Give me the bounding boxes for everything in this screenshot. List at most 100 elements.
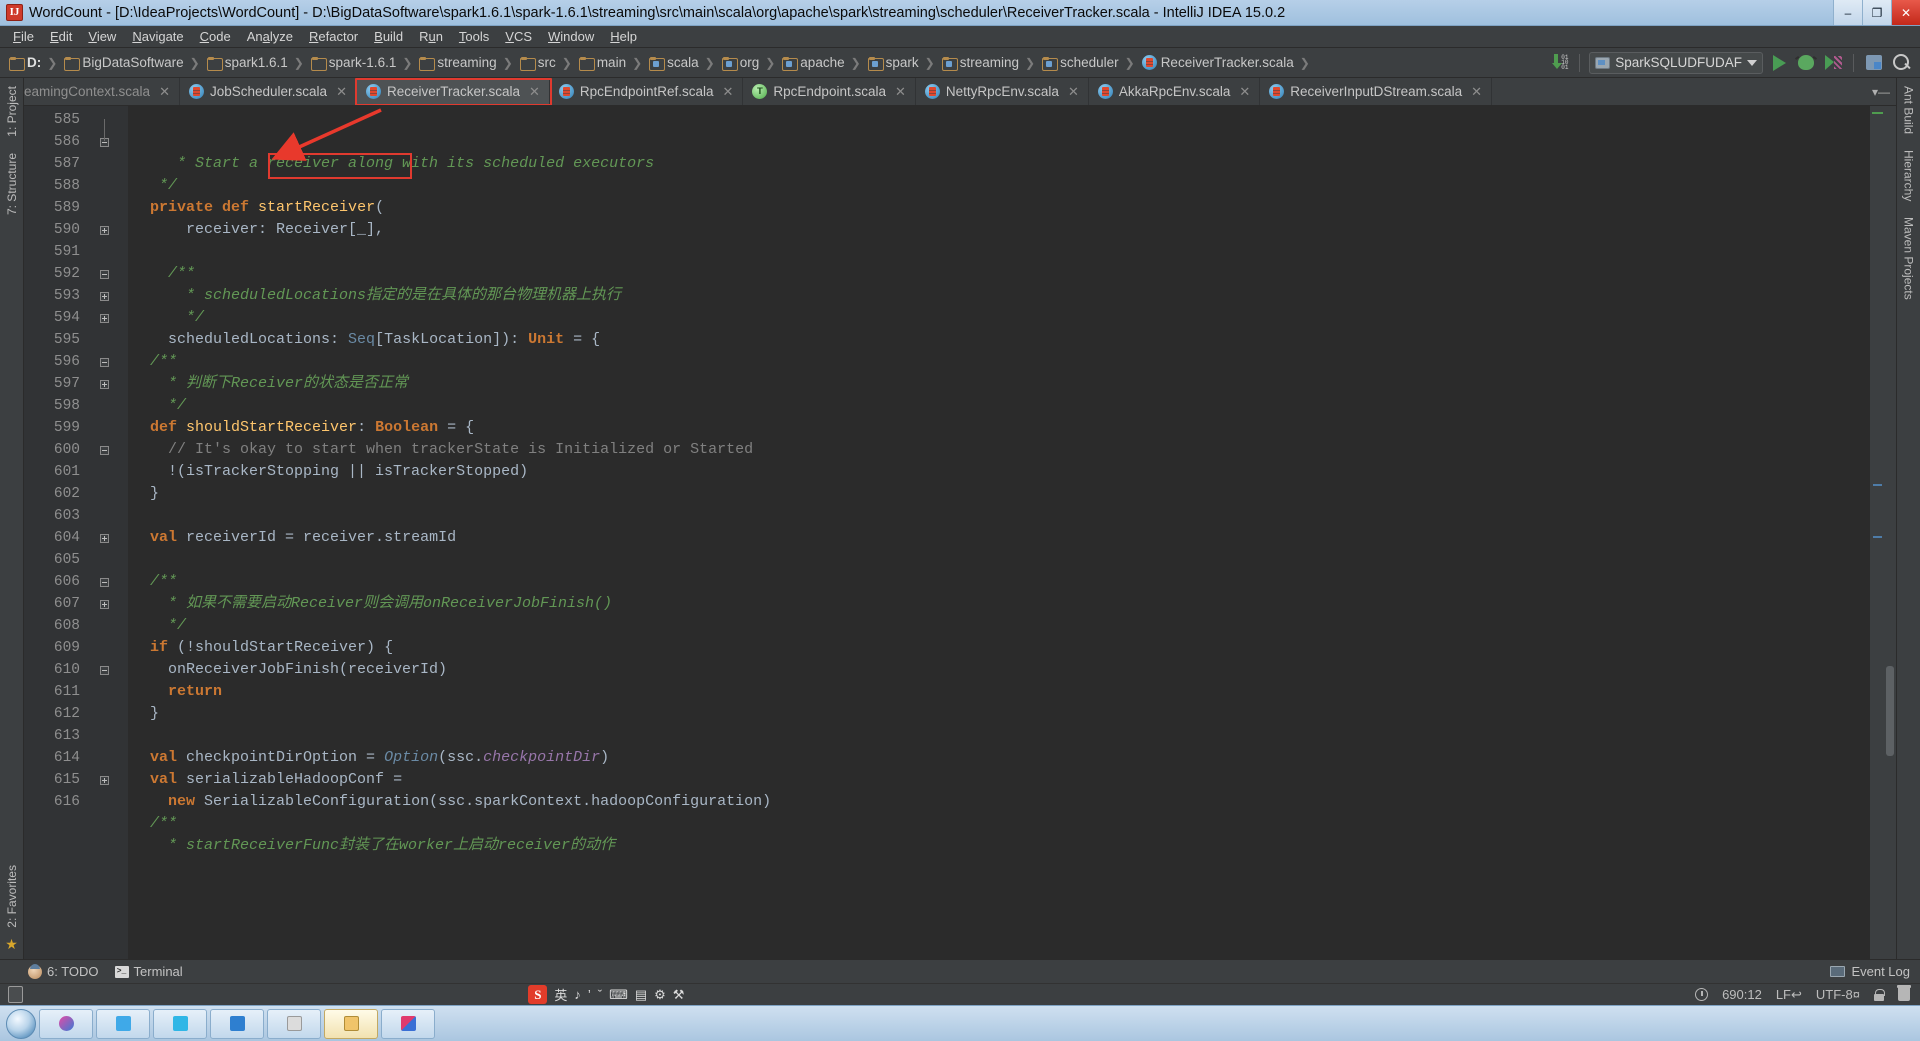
code-line[interactable]: if (!shouldStartReceiver) {	[128, 637, 1870, 659]
code-line[interactable]: // It's okay to start when trackerState …	[128, 439, 1870, 461]
breadcrumb-item-spark[interactable]: spark ❯	[865, 55, 939, 71]
close-tab-icon[interactable]: ✕	[529, 84, 540, 100]
breadcrumb-item-org[interactable]: org ❯	[719, 55, 780, 71]
tool-window-tab-ant-build[interactable]: Ant Build	[1899, 78, 1919, 142]
search-everywhere-button[interactable]	[1890, 52, 1912, 74]
menu-item-analyze[interactable]: Analyze	[239, 27, 301, 46]
close-button[interactable]: ✕	[1891, 0, 1920, 25]
close-tab-icon[interactable]: ✕	[1239, 84, 1250, 100]
close-tab-icon[interactable]: ✕	[1471, 84, 1482, 100]
code-line[interactable]: * 判断下Receiver的状态是否正常	[128, 373, 1870, 395]
start-button[interactable]	[6, 1008, 36, 1039]
editor-tab-receiverinputdstream-scala[interactable]: ReceiverInputDStream.scala ✕	[1260, 78, 1493, 105]
error-stripe-markers[interactable]	[1870, 106, 1884, 959]
code-line[interactable]: val receiverId = receiver.streamId	[128, 527, 1870, 549]
taskbar-item-idea[interactable]	[381, 1008, 435, 1039]
fold-collapse-icon[interactable]	[100, 358, 109, 367]
scrollbar-thumb[interactable]	[1886, 666, 1894, 756]
menu-item-view[interactable]: View	[80, 27, 124, 46]
menu-item-navigate[interactable]: Navigate	[124, 27, 191, 46]
taskbar-item-browser[interactable]	[39, 1008, 93, 1039]
menu-item-tools[interactable]: Tools	[451, 27, 497, 46]
close-tab-icon[interactable]: ✕	[336, 84, 347, 100]
update-project-button[interactable]: 01 10 01	[1548, 52, 1570, 74]
code-line[interactable]: !(isTrackerStopping || isTrackerStopped)	[128, 461, 1870, 483]
code-line[interactable]	[128, 725, 1870, 747]
breadcrumb-item-streaming[interactable]: streaming ❯	[416, 55, 516, 71]
code-line[interactable]: new SerializableConfiguration(ssc.sparkC…	[128, 791, 1870, 813]
lock-icon[interactable]	[1873, 988, 1885, 1001]
breadcrumb-item-scheduler[interactable]: scheduler ❯	[1039, 55, 1139, 71]
run-button[interactable]	[1768, 52, 1790, 74]
taskbar-item-cyan-app[interactable]	[210, 1008, 264, 1039]
menu-item-vcs[interactable]: VCS	[497, 27, 540, 46]
menu-item-file[interactable]: File	[5, 27, 42, 46]
code-line[interactable]: /**	[128, 263, 1870, 285]
caret-position[interactable]: 690:12	[1722, 987, 1762, 1002]
code-line[interactable]	[128, 549, 1870, 571]
code-line[interactable]: val checkpointDirOption = Option(ssc.che…	[128, 747, 1870, 769]
code-line[interactable]: onReceiverJobFinish(receiverId)	[128, 659, 1870, 681]
close-tab-icon[interactable]: ✕	[1068, 84, 1079, 100]
ime-tool-icon[interactable]: ♪	[574, 987, 581, 1003]
editor-tab-rpcendpointref-scala[interactable]: RpcEndpointRef.scala ✕	[550, 78, 744, 105]
code-line[interactable]: val serializableHadoopConf =	[128, 769, 1870, 791]
code-line[interactable]: * scheduledLocations指定的是在具体的那台物理机器上执行	[128, 285, 1870, 307]
taskbar-item-media[interactable]	[96, 1008, 150, 1039]
ime-tool-icon[interactable]: ⚙	[654, 987, 666, 1003]
breadcrumb-item-apache[interactable]: apache ❯	[779, 55, 864, 71]
editor-scrollbar[interactable]	[1884, 106, 1896, 959]
fold-expand-icon[interactable]	[100, 314, 109, 323]
code-line[interactable]: scheduledLocations: Seq[TaskLocation]): …	[128, 329, 1870, 351]
code-line[interactable]: */	[128, 395, 1870, 417]
editor-tab-jobscheduler-scala[interactable]: JobScheduler.scala ✕	[180, 78, 357, 105]
ime-tool-icon[interactable]: ▤	[635, 987, 647, 1003]
ime-tool-icon[interactable]: ⌨	[609, 987, 628, 1003]
menu-item-help[interactable]: Help	[602, 27, 645, 46]
tool-window-event-log[interactable]: Event Log	[1830, 964, 1910, 979]
menu-item-refactor[interactable]: Refactor	[301, 27, 366, 46]
fold-collapse-icon[interactable]	[100, 270, 109, 279]
code-line[interactable]: */	[128, 175, 1870, 197]
tool-window-tab-2--favorites[interactable]: 2: Favorites	[2, 857, 22, 936]
editor-tab-receivertracker-scala[interactable]: ReceiverTracker.scala ✕	[356, 78, 550, 105]
code-line[interactable]	[128, 241, 1870, 263]
breadcrumb-item-d-[interactable]: D: ❯	[6, 55, 61, 71]
tab-list-icon[interactable]: ▾—	[1872, 85, 1890, 99]
breadcrumb-item-receivertracker-scala[interactable]: ReceiverTracker.scala ❯	[1139, 55, 1314, 70]
fold-collapse-icon[interactable]	[100, 666, 109, 675]
editor-tab-akkarpcenv-scala[interactable]: AkkaRpcEnv.scala ✕	[1089, 78, 1261, 105]
menu-item-run[interactable]: Run	[411, 27, 451, 46]
menu-item-window[interactable]: Window	[540, 27, 602, 46]
fold-expand-icon[interactable]	[100, 380, 109, 389]
fold-collapse-icon[interactable]	[100, 446, 109, 455]
code-line[interactable]: }	[128, 703, 1870, 725]
code-line[interactable]: def shouldStartReceiver: Boolean = {	[128, 417, 1870, 439]
close-tab-icon[interactable]: ✕	[723, 84, 734, 100]
taskbar-item-note[interactable]	[267, 1008, 321, 1039]
code-line[interactable]: private def startReceiver(	[128, 197, 1870, 219]
breadcrumb-item-main[interactable]: main ❯	[576, 55, 646, 71]
code-line[interactable]: */	[128, 615, 1870, 637]
ime-toolbar[interactable]: S 英 ♪ ’ ˇ ⌨ ▤ ⚙ ⚒	[528, 985, 684, 1004]
breadcrumb-item-spark1-6-1[interactable]: spark1.6.1 ❯	[204, 55, 308, 71]
tool-window-tab-1--project[interactable]: 1: Project	[2, 78, 22, 145]
ime-tool-icon[interactable]: ˇ	[598, 987, 602, 1003]
menu-item-code[interactable]: Code	[192, 27, 239, 46]
line-number-gutter[interactable]: 585 586 587 588 589 590 591 592 593 594 595 596 597 5…	[24, 106, 128, 959]
taskbar-item-explorer[interactable]	[324, 1008, 378, 1039]
analyze-stacktrace-button[interactable]	[1863, 52, 1885, 74]
code-line[interactable]: * Start a receiver along with its schedu…	[128, 153, 1870, 175]
ime-tool-icon[interactable]: ’	[588, 987, 591, 1003]
file-encoding[interactable]: UTF-8¤	[1816, 987, 1860, 1002]
ime-tool-icon[interactable]: ⚒	[673, 987, 685, 1003]
code-text[interactable]: * Start a receiver along with its schedu…	[128, 106, 1870, 959]
tool-window-tab-maven-projects[interactable]: Maven Projects	[1899, 209, 1919, 308]
menu-item-build[interactable]: Build	[366, 27, 411, 46]
breadcrumb-item-bigdatasoftware[interactable]: BigDataSoftware ❯	[61, 55, 203, 71]
tool-window-todo[interactable]: 6: TODO	[28, 963, 99, 979]
editor-tab-rpcendpoint-scala[interactable]: T RpcEndpoint.scala ✕	[743, 78, 916, 105]
fold-expand-icon[interactable]	[100, 600, 109, 609]
minimize-button[interactable]: –	[1833, 0, 1862, 25]
code-line[interactable]: /**	[128, 351, 1870, 373]
